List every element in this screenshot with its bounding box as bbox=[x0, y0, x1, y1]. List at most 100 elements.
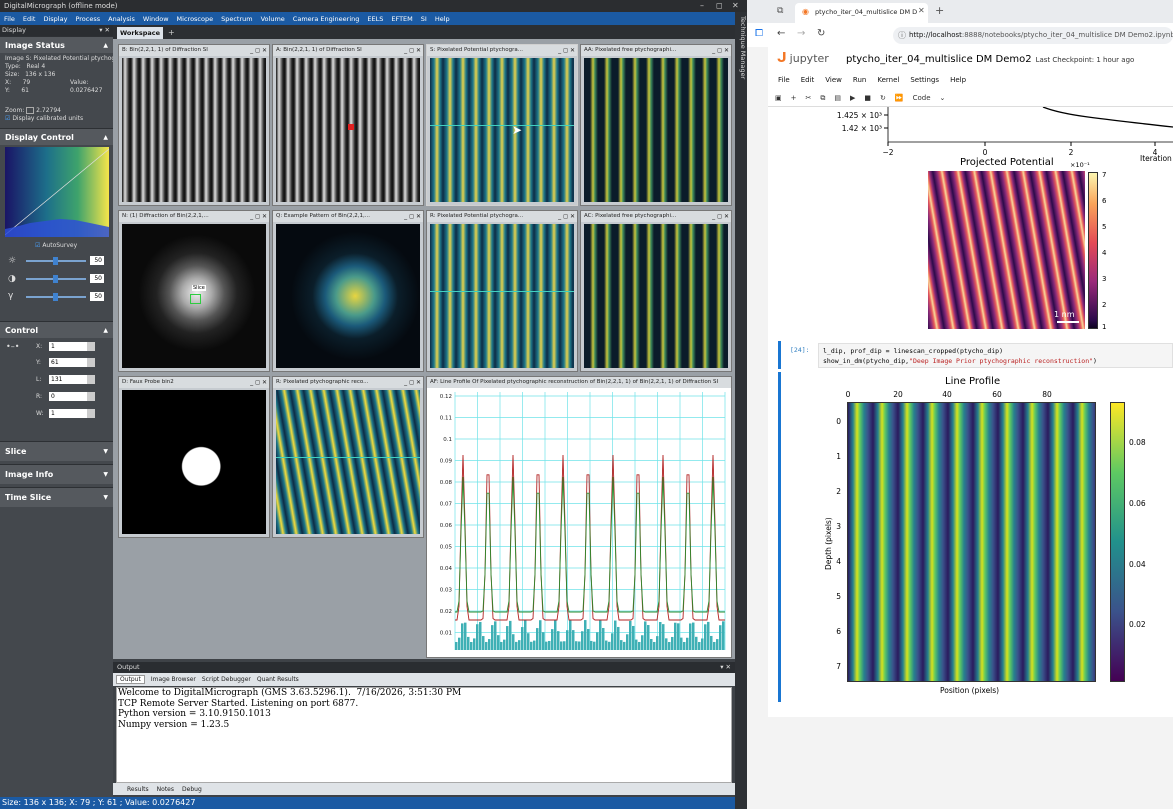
stop-icon[interactable]: ■ bbox=[864, 94, 871, 102]
window-titlebar[interactable]: R: Pixelated ptychographic reco... _ ◻ ✕ bbox=[273, 377, 423, 388]
cell-type-select[interactable]: Code bbox=[913, 94, 931, 102]
close-tab-icon[interactable]: ✕ bbox=[918, 6, 925, 15]
image-canvas[interactable] bbox=[584, 224, 728, 368]
jp-menu-view[interactable]: View bbox=[825, 76, 842, 84]
tab-debug[interactable]: Debug bbox=[182, 786, 202, 793]
output-console[interactable]: Welcome to DigitalMicrograph (GMS 3.63.5… bbox=[116, 687, 732, 783]
site-info-icon[interactable]: ⓘ bbox=[898, 30, 906, 41]
window-titlebar[interactable]: N: (1) Diffraction of Bin(2,2,1,... _ ◻ ✕ bbox=[119, 211, 269, 222]
jp-menu-run[interactable]: Run bbox=[853, 76, 866, 84]
jupyter-logo[interactable]: ᒍ jupyter bbox=[777, 51, 829, 66]
menu-help[interactable]: Help bbox=[435, 15, 450, 23]
forward-icon[interactable]: → bbox=[797, 28, 805, 39]
paste-icon[interactable]: ▤ bbox=[834, 94, 841, 102]
save-icon[interactable]: ▣ bbox=[775, 94, 782, 102]
window-titlebar[interactable]: S: Pixelated Potential ptychogra... _ ◻ ✕ bbox=[427, 45, 577, 56]
run-icon[interactable]: ▶ bbox=[850, 94, 855, 102]
tab-script-debugger[interactable]: Script Debugger bbox=[202, 676, 251, 683]
checkbox-checked-icon[interactable]: ☑ bbox=[35, 242, 40, 249]
menu-camera-engineering[interactable]: Camera Engineering bbox=[293, 15, 360, 23]
sidebar-icon[interactable]: ⧠ bbox=[755, 28, 763, 39]
menu-eels[interactable]: EELS bbox=[367, 15, 383, 23]
menu-display[interactable]: Display bbox=[43, 15, 67, 23]
jp-menu-file[interactable]: File bbox=[778, 76, 790, 84]
zoom-icon[interactable] bbox=[26, 107, 35, 114]
window-controls-icon[interactable]: _ ◻ ✕ bbox=[247, 45, 267, 56]
notebook-name[interactable]: ptycho_iter_04_multislice DM Demo2 bbox=[846, 54, 1032, 65]
minimize-icon[interactable]: – bbox=[700, 1, 704, 10]
line-profile-plot[interactable]: 0.12 0.11 0.1 0.09 0.08 0.07 0.06 0.05 0.04 0.03 0… bbox=[427, 388, 733, 658]
new-tab-icon[interactable]: + bbox=[935, 4, 944, 17]
jp-menu-settings[interactable]: Settings bbox=[910, 76, 939, 84]
tab-image-browser[interactable]: Image Browser bbox=[151, 676, 196, 683]
window-controls-icon[interactable]: _ ◻ ✕ bbox=[709, 45, 729, 56]
tab-notes[interactable]: Notes bbox=[157, 786, 174, 793]
spinner-icon[interactable] bbox=[87, 375, 95, 384]
spinner-icon[interactable] bbox=[87, 409, 95, 418]
tab-quant-results[interactable]: Quant Results bbox=[257, 676, 299, 683]
close-icon[interactable]: ✕ bbox=[732, 1, 739, 10]
image-canvas[interactable] bbox=[430, 58, 574, 202]
window-titlebar[interactable]: AC: Pixelated free ptychographi... _ ◻ ✕ bbox=[581, 211, 731, 222]
menu-eftem[interactable]: EFTEM bbox=[391, 15, 412, 23]
control-l-input[interactable]: 131 bbox=[49, 375, 87, 384]
brightness-slider[interactable] bbox=[26, 257, 86, 265]
image-window-ac[interactable]: AC: Pixelated free ptychographi... _ ◻ ✕ bbox=[580, 210, 732, 372]
menu-analysis[interactable]: Analysis bbox=[108, 15, 135, 23]
restart-icon[interactable]: ↻ bbox=[880, 94, 886, 102]
control-x-input[interactable]: 1 bbox=[49, 342, 87, 351]
tab-output[interactable]: Output bbox=[116, 675, 145, 684]
image-canvas[interactable] bbox=[276, 390, 420, 534]
roi-marker-icon[interactable] bbox=[348, 124, 354, 130]
spinner-icon[interactable] bbox=[87, 358, 95, 367]
window-controls-icon[interactable]: _ ◻ ✕ bbox=[401, 211, 421, 222]
image-canvas[interactable] bbox=[276, 224, 420, 368]
image-window-r2[interactable]: R: Pixelated ptychographic reco... _ ◻ ✕ bbox=[272, 376, 424, 538]
image-window-a[interactable]: A: Bin(2,2,1, 1) of Diffraction SI _ ◻ ✕ bbox=[272, 44, 424, 206]
slider-thumb[interactable] bbox=[53, 275, 58, 283]
gamma-value[interactable]: 50 bbox=[90, 292, 104, 301]
spinner-icon[interactable] bbox=[87, 392, 95, 401]
browser-tab[interactable]: ptycho_iter_04_multislice DM D bbox=[795, 3, 928, 23]
control-header[interactable]: Control ▲ bbox=[0, 321, 113, 338]
jp-menu-edit[interactable]: Edit bbox=[801, 76, 815, 84]
window-controls-icon[interactable]: _ ◻ ✕ bbox=[555, 211, 575, 222]
image-window-s[interactable]: S: Pixelated Potential ptychogra... _ ◻ ✕… bbox=[426, 44, 578, 206]
line-roi[interactable] bbox=[430, 291, 574, 292]
menu-process[interactable]: Process bbox=[75, 15, 100, 23]
menu-spectrum[interactable]: Spectrum bbox=[221, 15, 253, 23]
histogram-lut[interactable] bbox=[5, 147, 109, 237]
image-canvas[interactable] bbox=[584, 58, 728, 202]
add-cell-icon[interactable]: + bbox=[791, 94, 797, 102]
line-tool-icon[interactable]: •–• bbox=[6, 342, 19, 351]
technique-manager-tab[interactable]: Technique Manager bbox=[735, 12, 747, 809]
brightness-value[interactable]: 50 bbox=[90, 256, 104, 265]
contrast-slider[interactable] bbox=[26, 275, 86, 283]
gamma-slider[interactable] bbox=[26, 293, 86, 301]
image-window-q[interactable]: Q: Example Pattern of Bin(2,2,1,... _ ◻ ✕ bbox=[272, 210, 424, 372]
line-roi[interactable] bbox=[276, 457, 420, 458]
menu-microscope[interactable]: Microscope bbox=[177, 15, 214, 23]
slice-roi[interactable] bbox=[190, 294, 201, 304]
jp-menu-help[interactable]: Help bbox=[950, 76, 966, 84]
menu-window[interactable]: Window bbox=[143, 15, 169, 23]
image-window-aa[interactable]: AA: Pixelated free ptychographi... _ ◻ ✕ bbox=[580, 44, 732, 206]
workspace-tab[interactable]: Workspace 1 bbox=[117, 27, 163, 49]
image-window-b[interactable]: B: Bin(2,2,1, 1) of Diffraction SI _ ◻ ✕ bbox=[118, 44, 270, 206]
image-canvas[interactable] bbox=[122, 58, 266, 202]
spinner-icon[interactable] bbox=[87, 342, 95, 351]
jp-menu-kernel[interactable]: Kernel bbox=[877, 76, 899, 84]
contrast-value[interactable]: 50 bbox=[90, 274, 104, 283]
panel-controls-icon[interactable]: ▾ ✕ bbox=[720, 662, 731, 673]
line-roi[interactable] bbox=[430, 125, 574, 126]
window-controls-icon[interactable]: _ ◻ ✕ bbox=[709, 211, 729, 222]
image-window-r[interactable]: R: Pixelated Potential ptychogra... _ ◻ ✕ bbox=[426, 210, 578, 372]
code-cell[interactable]: l_dip, prof_dip = linescan_cropped(ptych… bbox=[818, 343, 1173, 368]
chevron-down-icon[interactable]: ⌄ bbox=[940, 94, 946, 102]
maximize-icon[interactable]: ◻ bbox=[716, 1, 723, 10]
slider-thumb[interactable] bbox=[53, 293, 58, 301]
notebook-title[interactable]: ptycho_iter_04_multislice DM Demo2 Last C… bbox=[846, 54, 1134, 65]
window-titlebar[interactable]: A: Bin(2,2,1, 1) of Diffraction SI _ ◻ ✕ bbox=[273, 45, 423, 56]
line-profile-window[interactable]: AF: Line Profile Of Pixelated ptychograp… bbox=[426, 376, 732, 658]
time-slice-header[interactable]: Time Slice ▼ bbox=[0, 487, 113, 507]
